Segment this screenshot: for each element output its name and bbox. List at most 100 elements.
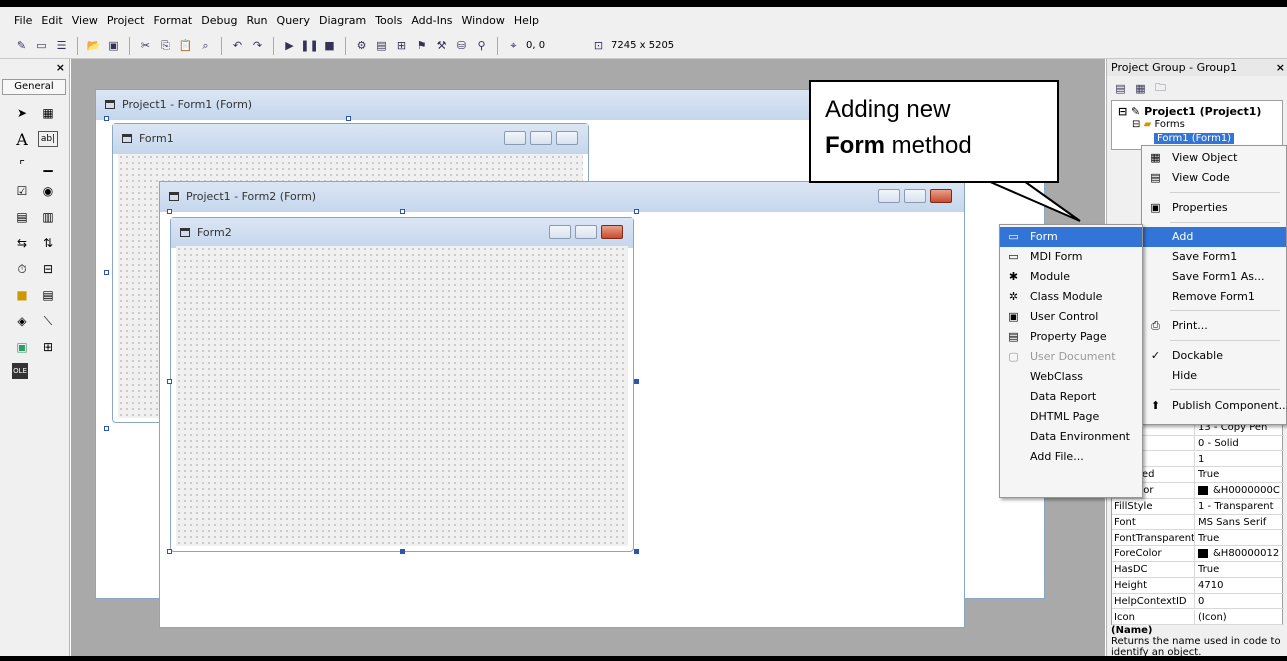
- submenu-item-add-file[interactable]: Add File...: [1000, 447, 1142, 467]
- vscrollbar-icon[interactable]: ⇅: [38, 233, 58, 253]
- submenu-item-dhtml-page[interactable]: DHTML Page: [1000, 407, 1142, 427]
- submenu-item-module[interactable]: ✱ Module: [1000, 267, 1142, 287]
- resize-handle[interactable]: [104, 116, 109, 121]
- open-icon[interactable]: 📂: [86, 38, 101, 53]
- property-row[interactable]: ForeColor &H80000012: [1112, 546, 1284, 562]
- hscrollbar-icon[interactable]: ⇆: [12, 233, 32, 253]
- resize-handle[interactable]: [400, 549, 405, 554]
- property-value[interactable]: 1 - Transparent: [1194, 499, 1282, 514]
- menu-window[interactable]: Window: [462, 14, 505, 27]
- property-value[interactable]: &H0000000C: [1194, 483, 1282, 499]
- checkbox-icon[interactable]: ☑: [12, 181, 32, 201]
- menu-edit[interactable]: Edit: [41, 14, 62, 27]
- menu-tools[interactable]: Tools: [375, 14, 402, 27]
- pointer-icon[interactable]: ➤: [12, 103, 32, 123]
- menu-view[interactable]: View: [72, 14, 98, 27]
- project-panel-close-button[interactable]: ×: [1276, 59, 1285, 76]
- property-row[interactable]: HasDC True: [1112, 562, 1284, 578]
- project-explorer-icon[interactable]: ⚙: [354, 38, 369, 53]
- menu-file[interactable]: File: [14, 14, 32, 27]
- resize-handle[interactable]: [634, 549, 639, 554]
- form-layout-icon[interactable]: ⊞: [394, 38, 409, 53]
- menu-run[interactable]: Run: [246, 14, 267, 27]
- picturebox-icon[interactable]: ▦: [38, 103, 58, 123]
- listbox-icon[interactable]: ▥: [38, 207, 58, 227]
- submenu-item-property-page[interactable]: ▤ Property Page: [1000, 327, 1142, 347]
- submenu-item-form[interactable]: ▭ Form: [1000, 227, 1142, 247]
- property-row[interactable]: FillStyle 1 - Transparent: [1112, 499, 1284, 515]
- start-icon[interactable]: ▶: [282, 38, 297, 53]
- menu-item-view-code[interactable]: ▤ View Code: [1142, 168, 1286, 188]
- ole-icon[interactable]: OLE: [12, 363, 28, 379]
- line-icon[interactable]: ⟍: [38, 311, 58, 331]
- menu-item-remove-form1[interactable]: Remove Form1: [1142, 287, 1286, 307]
- property-value[interactable]: True: [1194, 562, 1282, 578]
- property-value[interactable]: (Icon): [1194, 609, 1282, 625]
- dirlistbox-icon[interactable]: ■: [12, 285, 32, 305]
- property-row[interactable]: HelpContextID 0: [1112, 593, 1284, 610]
- optionbutton-icon[interactable]: ◉: [38, 181, 58, 201]
- menu-editor-icon[interactable]: ☰: [54, 38, 69, 53]
- menu-item-print[interactable]: ⎙ Print...: [1142, 316, 1286, 336]
- menu-item-save-form1-as[interactable]: Save Form1 As...: [1142, 267, 1286, 287]
- menu-format[interactable]: Format: [153, 14, 192, 27]
- undo-icon[interactable]: ↶: [230, 38, 245, 53]
- form2[interactable]: Form2: [170, 217, 634, 552]
- resize-handle[interactable]: [167, 379, 172, 384]
- menu-item-view-object[interactable]: ▦ View Object: [1142, 148, 1286, 168]
- menu-diagram[interactable]: Diagram: [319, 14, 366, 27]
- data-control-icon[interactable]: ⊞: [38, 337, 58, 357]
- property-value[interactable]: 1: [1194, 451, 1282, 467]
- property-row[interactable]: Height 4710: [1112, 578, 1284, 594]
- property-value[interactable]: &H80000012: [1194, 546, 1282, 562]
- menu-help[interactable]: Help: [514, 14, 539, 27]
- frame-icon[interactable]: ⌜: [12, 155, 32, 175]
- paste-icon[interactable]: 📋: [178, 38, 193, 53]
- property-row[interactable]: Icon (Icon): [1112, 609, 1284, 626]
- label-icon[interactable]: A: [12, 129, 32, 149]
- submenu-item-class-module[interactable]: ✲ Class Module: [1000, 287, 1142, 307]
- menu-item-save-form1[interactable]: Save Form1: [1142, 247, 1286, 267]
- menu-project[interactable]: Project: [107, 14, 145, 27]
- menu-debug[interactable]: Debug: [201, 14, 237, 27]
- form2-designer-window[interactable]: Project1 - Form2 (Form) Form2: [159, 181, 965, 628]
- property-value[interactable]: MS Sans Serif: [1194, 514, 1282, 530]
- submenu-item-data-environment[interactable]: Data Environment: [1000, 427, 1142, 447]
- filelistbox-icon[interactable]: ▤: [38, 285, 58, 305]
- timer-icon[interactable]: ⏱: [12, 259, 32, 279]
- property-value[interactable]: True: [1194, 530, 1282, 546]
- resize-handle[interactable]: [634, 379, 639, 384]
- submenu-item-data-report[interactable]: Data Report: [1000, 387, 1142, 407]
- find-icon[interactable]: ⌕: [198, 38, 213, 53]
- textbox-icon[interactable]: ab|: [38, 131, 58, 147]
- toolbox-icon[interactable]: ⚒: [434, 38, 449, 53]
- drivelistbox-icon[interactable]: ⊟: [38, 259, 58, 279]
- submenu-item-user-control[interactable]: ▣ User Control: [1000, 307, 1142, 327]
- data-view-icon[interactable]: ⛁: [454, 38, 469, 53]
- property-row[interactable]: Font MS Sans Serif: [1112, 514, 1284, 531]
- view-object-icon[interactable]: ▦: [1133, 81, 1148, 96]
- form2-grid[interactable]: [176, 246, 628, 546]
- break-icon[interactable]: ❚❚: [300, 38, 318, 53]
- property-value[interactable]: 4710: [1194, 578, 1282, 593]
- toolbox-general-tab[interactable]: General: [2, 79, 66, 95]
- menu-item-add[interactable]: Add: [1142, 227, 1286, 247]
- image-icon[interactable]: ▣: [12, 337, 32, 357]
- submenu-item-mdi-form[interactable]: ▭ MDI Form: [1000, 247, 1142, 267]
- tree-form1-node[interactable]: Form1 (Form1): [1154, 133, 1235, 144]
- object-browser-icon[interactable]: ⚑: [414, 38, 429, 53]
- properties-window-icon[interactable]: ▤: [374, 38, 389, 53]
- close-button[interactable]: [930, 189, 952, 203]
- menu-add-ins[interactable]: Add-Ins: [411, 14, 452, 27]
- property-row[interactable]: FontTransparent True: [1112, 530, 1284, 547]
- shape-icon[interactable]: ◈: [12, 311, 32, 331]
- menu-item-publish-component[interactable]: ⬆ Publish Component...: [1142, 396, 1287, 416]
- resize-handle[interactable]: [104, 270, 109, 275]
- resize-handle[interactable]: [167, 549, 172, 554]
- menu-query[interactable]: Query: [277, 14, 310, 27]
- resize-handle[interactable]: [400, 209, 405, 214]
- combobox-icon[interactable]: ▤: [12, 207, 32, 227]
- tree-forms-node[interactable]: ⊟ ▰ Forms: [1132, 119, 1185, 130]
- end-icon[interactable]: ■: [322, 38, 337, 53]
- maximize-button[interactable]: [904, 189, 926, 203]
